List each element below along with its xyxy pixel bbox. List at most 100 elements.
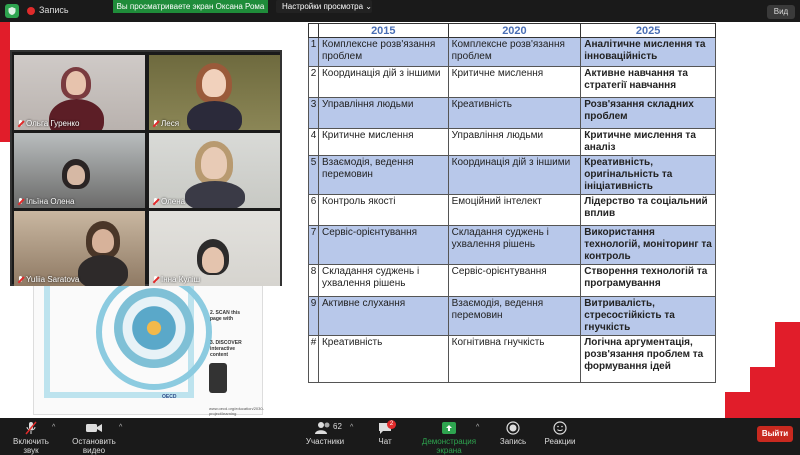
shared-screen: 2. SCAN this page with 3. DISCOVER inter… bbox=[0, 22, 800, 418]
skill-2015-cell: Креативність bbox=[317, 335, 449, 383]
table-row: 2 Координація дій з іншими Критичне мислен… bbox=[308, 66, 716, 98]
skill-2020-cell: Координація дій з іншими bbox=[447, 155, 582, 195]
view-button[interactable]: Вид bbox=[767, 5, 795, 19]
view-options-dropdown[interactable]: Настройки просмотра ⌄ bbox=[276, 0, 372, 13]
participant-name: Олена bbox=[152, 197, 185, 206]
participant-face bbox=[67, 165, 85, 185]
table-row: 5 Взаємодія, ведення перемовин Координація… bbox=[308, 155, 716, 195]
table-header-2015: 2015 bbox=[317, 23, 449, 38]
participant-name: Інна Куліш bbox=[152, 275, 200, 284]
infographic-path bbox=[44, 278, 50, 398]
recording-label: Запись bbox=[39, 5, 69, 15]
table-row: 7 Сервіс-орієнтування Складання суджень і … bbox=[308, 225, 716, 265]
meeting-top-bar: Запись Вы просматриваете экран Оксана Ро… bbox=[0, 0, 800, 22]
row-number: 7 bbox=[308, 225, 319, 265]
skill-2025-cell: Критичне мислення та аналіз bbox=[580, 128, 716, 156]
video-camera-icon bbox=[86, 424, 102, 432]
mic-muted-icon bbox=[17, 275, 24, 284]
row-number: 9 bbox=[308, 296, 319, 336]
skill-2015-cell: Взаємодія, ведення перемовин bbox=[317, 155, 449, 195]
skill-2020-cell: Креативність bbox=[447, 97, 582, 129]
smiley-icon bbox=[553, 421, 567, 435]
video-options-caret-icon[interactable]: ^ bbox=[119, 424, 122, 431]
table-header-num bbox=[308, 23, 319, 38]
skill-2025-cell: Креативність, оригінальність та ініціати… bbox=[580, 155, 716, 195]
skill-2025-cell: Використання технологій, моніторинг та к… bbox=[580, 225, 716, 265]
share-screen-icon bbox=[442, 422, 456, 434]
oecd-logo: OECD bbox=[162, 394, 177, 400]
record-label: Запись bbox=[499, 437, 527, 446]
row-number: 5 bbox=[308, 155, 319, 195]
skill-2015-cell: Управління людьми bbox=[317, 97, 449, 129]
participant-face bbox=[202, 247, 224, 273]
participant-name: Ільїна Олена bbox=[17, 197, 75, 206]
participants-caret-icon[interactable]: ^ bbox=[350, 424, 353, 431]
oecd-infographic: 2. SCAN this page with 3. DISCOVER inter… bbox=[33, 267, 264, 416]
recording-indicator-icon bbox=[27, 7, 35, 15]
mic-muted-icon bbox=[152, 119, 159, 128]
participant-body bbox=[187, 101, 242, 130]
table-header-2020: 2020 bbox=[447, 23, 582, 38]
mic-muted-icon bbox=[17, 119, 24, 128]
skill-2015-cell: Сервіс-орієнтування bbox=[317, 225, 449, 265]
row-number: 8 bbox=[308, 264, 319, 297]
row-number: 6 bbox=[308, 194, 319, 226]
table-header-2025: 2025 bbox=[580, 23, 716, 38]
skill-2020-cell: Взаємодія, ведення перемовин bbox=[447, 296, 582, 336]
table-row: # Креативність Когнітивна гнучкість Логічна… bbox=[308, 335, 716, 383]
table-row: 3 Управління людьми Креативність Розв'язанн… bbox=[308, 97, 716, 129]
participant-name: Ольга Гуренко bbox=[17, 119, 79, 128]
skill-2015-cell: Активне слухання bbox=[317, 296, 449, 336]
skill-2025-cell: Активне навчання та стратегії навчання bbox=[580, 66, 716, 98]
unmute-label: Включить звук bbox=[13, 437, 49, 455]
skills-table: 2015 2020 2025 1 Комплексне розв'язання п… bbox=[308, 23, 716, 383]
video-tile[interactable]: Ольга Гуренко bbox=[14, 55, 145, 130]
skill-2025-cell: Аналітичне мислення та інноваційність bbox=[580, 37, 716, 67]
share-options-caret-icon[interactable]: ^ bbox=[476, 424, 479, 431]
table-row: 9 Активне слухання Взаємодія, ведення пере… bbox=[308, 296, 716, 336]
infographic-discover-text: 3. DISCOVER interactive content bbox=[210, 340, 242, 358]
participant-face bbox=[201, 147, 227, 179]
security-shield-icon[interactable] bbox=[5, 4, 19, 18]
infographic-scan-text: 2. SCAN this page with bbox=[210, 310, 241, 322]
skill-2020-cell: Емоційний інтелект bbox=[447, 194, 582, 226]
video-gallery[interactable]: Ольга Гуренко Леся Ільїна Олена Олена Yu… bbox=[10, 50, 282, 286]
skill-2025-cell: Витривалість, стресостійкість та гнучкіс… bbox=[580, 296, 716, 336]
infographic-url: www.oecd.org/education/2030-project/lear… bbox=[209, 406, 264, 416]
video-tile[interactable]: Ільїна Олена bbox=[14, 133, 145, 208]
table-row: 4 Критичне мислення Управління людьми Крити… bbox=[308, 128, 716, 156]
skill-2025-cell: Лідерство та соціальний вплив bbox=[580, 194, 716, 226]
skill-2020-cell: Когнітивна гнучкість bbox=[447, 335, 582, 383]
phone-icon bbox=[209, 363, 227, 393]
row-number: 3 bbox=[308, 97, 319, 129]
screen-share-banner: Вы просматриваете экран Оксана Рома bbox=[113, 0, 268, 13]
participant-body bbox=[78, 255, 128, 286]
table-row: 8 Складання суджень і ухвалення рішень Сер… bbox=[308, 264, 716, 297]
video-tile[interactable]: Леся bbox=[149, 55, 280, 130]
reactions-button[interactable]: Реакции bbox=[543, 421, 577, 446]
skill-2020-cell: Комплексне розв'язання проблем bbox=[447, 37, 582, 67]
skill-2020-cell: Сервіс-орієнтування bbox=[447, 264, 582, 297]
chat-unread-badge: 2 bbox=[387, 420, 396, 429]
skill-2020-cell: Складання суджень і ухвалення рішень bbox=[447, 225, 582, 265]
leave-meeting-button[interactable]: Выйти bbox=[757, 426, 793, 442]
record-button[interactable]: Запись bbox=[497, 421, 529, 446]
reactions-label: Реакции bbox=[544, 437, 576, 446]
video-tile[interactable]: Олена bbox=[149, 133, 280, 208]
video-tile[interactable]: Yuliia Saratova bbox=[14, 211, 145, 286]
participant-face bbox=[92, 229, 114, 253]
audio-options-caret-icon[interactable]: ^ bbox=[52, 424, 55, 431]
participant-body bbox=[185, 181, 245, 208]
mic-muted-icon bbox=[152, 275, 159, 284]
participants-label: Участники bbox=[305, 437, 345, 446]
row-number: 2 bbox=[308, 66, 319, 98]
skill-2025-cell: Розв'язання складних проблем bbox=[580, 97, 716, 129]
participant-face bbox=[202, 69, 226, 97]
share-screen-label: Демонстрация экрана bbox=[421, 437, 477, 455]
video-tile[interactable]: Інна Куліш bbox=[149, 211, 280, 286]
skill-2020-cell: Управління людьми bbox=[447, 128, 582, 156]
mic-muted-icon bbox=[17, 197, 24, 206]
skill-2015-cell: Комплексне розв'язання проблем bbox=[317, 37, 449, 67]
skill-2015-cell: Контроль якості bbox=[317, 194, 449, 226]
participant-name: Yuliia Saratova bbox=[17, 275, 79, 284]
